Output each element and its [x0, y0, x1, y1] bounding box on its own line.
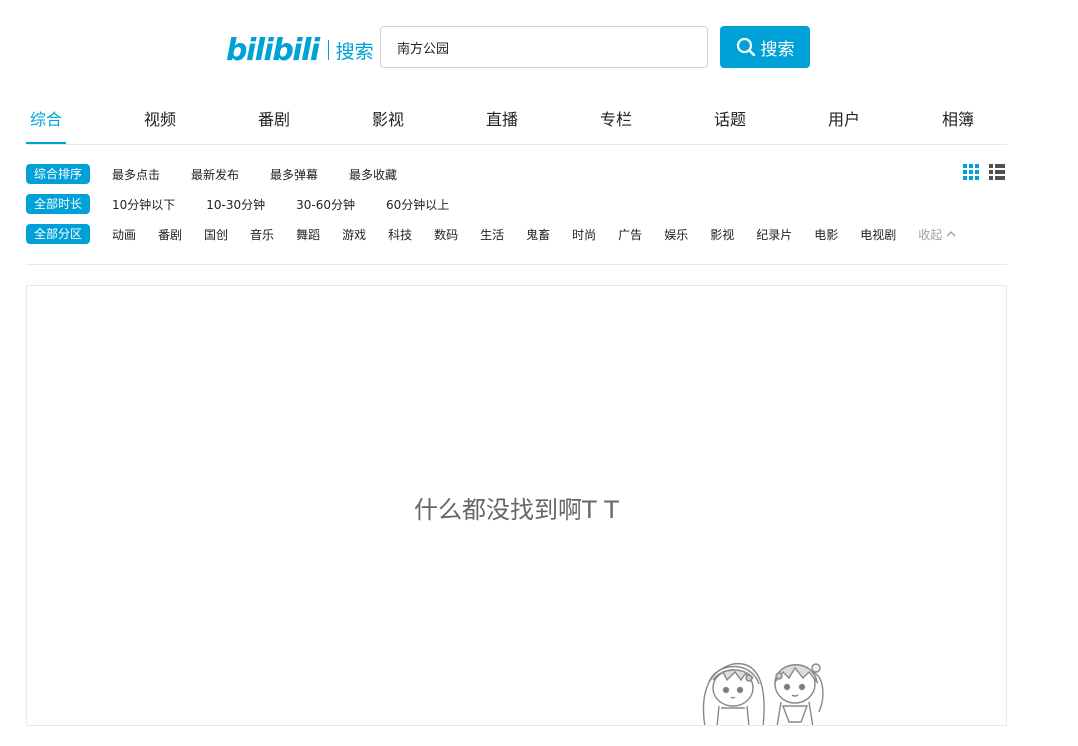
filter-zone-option[interactable]: 电视剧 [860, 226, 896, 243]
search-result-panel: 什么都没找到啊T T [26, 285, 1007, 726]
bilibili-logo[interactable]: bilibili 搜索 [226, 30, 374, 70]
filter-duration-option[interactable]: 10-30分钟 [206, 196, 265, 213]
logo-subtitle: 搜索 [335, 40, 374, 63]
tab-user[interactable]: 用户 [828, 106, 860, 130]
filter-zone-option[interactable]: 娱乐 [664, 226, 688, 243]
filter-duration-option[interactable]: 30-60分钟 [296, 196, 355, 213]
tab-video[interactable]: 视频 [144, 106, 176, 130]
tab-article[interactable]: 专栏 [600, 106, 632, 130]
filter-zone-option[interactable]: 游戏 [342, 226, 366, 243]
search-tabs: 综合 视频 番剧 影视 直播 专栏 话题 用户 相簿 [26, 94, 1007, 145]
filter-zone-option[interactable]: 国创 [204, 226, 228, 243]
filter-zone-option[interactable]: 鬼畜 [526, 226, 550, 243]
filter-zone-option[interactable]: 生活 [480, 226, 504, 243]
filter-duration-option[interactable]: 10分钟以下 [112, 196, 175, 213]
filter-zone-option[interactable]: 电影 [814, 226, 838, 243]
filter-zone-option[interactable]: 数码 [434, 226, 458, 243]
chevron-up-icon [946, 231, 956, 237]
tab-album[interactable]: 相簿 [942, 106, 974, 130]
empty-result-message: 什么都没找到啊T T [414, 496, 619, 524]
tab-live[interactable]: 直播 [486, 106, 518, 130]
filter-divider [26, 264, 1007, 265]
filter-zone-row: 全部分区 动画 番剧 国创 音乐 舞蹈 游戏 科技 数码 生活 鬼畜 时尚 广告… [26, 224, 957, 244]
search-icon [736, 37, 755, 57]
filter-zone-option[interactable]: 舞蹈 [296, 226, 320, 243]
filter-order-row: 综合排序 最多点击 最新发布 最多弹幕 最多收藏 [26, 164, 397, 184]
filter-duration-option[interactable]: 60分钟以上 [386, 196, 449, 213]
filter-zone-option[interactable]: 音乐 [250, 226, 274, 243]
logo-divider [327, 40, 329, 60]
filter-zone-selected[interactable]: 全部分区 [26, 224, 90, 244]
list-view-icon[interactable] [989, 164, 1005, 180]
logo-wordmark: bilibili [226, 32, 320, 68]
search-button[interactable]: 搜索 [720, 26, 810, 68]
collapse-zones-button[interactable]: 收起 [918, 226, 957, 243]
filter-order-option[interactable]: 最新发布 [191, 166, 239, 183]
tab-film[interactable]: 影视 [372, 106, 404, 130]
tab-all[interactable]: 综合 [30, 106, 62, 130]
filter-zone-option[interactable]: 广告 [618, 226, 642, 243]
filter-zone-option[interactable]: 番剧 [158, 226, 182, 243]
filter-zone-option[interactable]: 时尚 [572, 226, 596, 243]
filter-order-option[interactable]: 最多弹幕 [270, 166, 318, 183]
filter-zone-option[interactable]: 纪录片 [756, 226, 792, 243]
filter-duration-row: 全部时长 10分钟以下 10-30分钟 30-60分钟 60分钟以上 [26, 194, 449, 214]
view-toggle [963, 164, 1005, 180]
collapse-label: 收起 [918, 227, 943, 242]
filter-zone-option[interactable]: 科技 [388, 226, 412, 243]
tab-bangumi[interactable]: 番剧 [258, 106, 290, 130]
mascot-illustration [702, 663, 824, 725]
search-input[interactable] [381, 27, 707, 67]
filter-order-selected[interactable]: 综合排序 [26, 164, 90, 184]
filter-zone-option[interactable]: 影视 [710, 226, 734, 243]
search-box [380, 26, 708, 68]
filter-order-option[interactable]: 最多点击 [112, 166, 160, 183]
grid-view-icon[interactable] [963, 164, 979, 180]
filter-duration-selected[interactable]: 全部时长 [26, 194, 90, 214]
active-tab-indicator [26, 142, 66, 144]
filter-order-option[interactable]: 最多收藏 [349, 166, 397, 183]
search-button-label: 搜索 [760, 39, 795, 60]
tab-topic[interactable]: 话题 [714, 106, 746, 130]
filter-zone-option[interactable]: 动画 [112, 226, 136, 243]
